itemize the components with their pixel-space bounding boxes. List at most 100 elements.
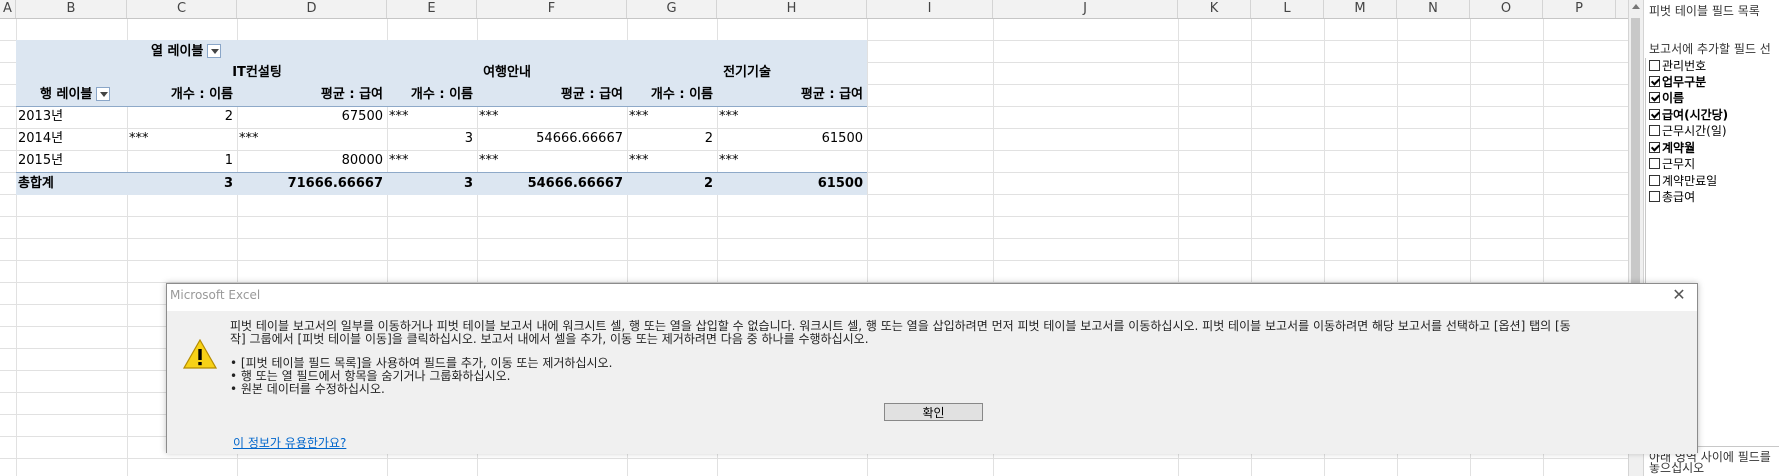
column-header-m[interactable]: M	[1324, 0, 1397, 18]
pivot-cell[interactable]: ***	[389, 150, 409, 172]
dialog-message: 피벗 테이블 보고서의 일부를 이동하거나 피벗 테이블 보고서 내에 워크시트…	[230, 320, 1680, 346]
row-labels-text: 행 레이블	[40, 87, 93, 102]
checkbox[interactable]	[1649, 125, 1660, 136]
column-header-o[interactable]: O	[1470, 0, 1543, 18]
checkbox[interactable]	[1649, 142, 1660, 153]
pivot-cell[interactable]: ***	[629, 106, 649, 128]
checkbox[interactable]	[1649, 109, 1660, 120]
field-item[interactable]: 급여(시간당)	[1649, 107, 1728, 123]
grand-total-label[interactable]: 총합계	[18, 173, 54, 195]
field-item[interactable]: 계약월	[1649, 140, 1695, 156]
pivot-cell[interactable]: ***	[629, 150, 649, 172]
field-item[interactable]: 이름	[1649, 90, 1684, 106]
checkbox[interactable]	[1649, 76, 1660, 87]
measure-header: 평균 : 급여	[800, 87, 863, 102]
column-header-n[interactable]: N	[1397, 0, 1470, 18]
pivot-cell[interactable]: ***	[719, 106, 739, 128]
pivot-cell[interactable]: 61500	[717, 128, 863, 150]
column-header-i[interactable]: I	[867, 0, 993, 18]
row-labels-header[interactable]: 행 레이블	[40, 84, 111, 106]
field-item[interactable]: 업무구분	[1649, 74, 1706, 90]
pivot-cell[interactable]: 2	[127, 106, 233, 128]
pivot-cell[interactable]: 2	[627, 128, 713, 150]
pivot-cell[interactable]: 1	[127, 150, 233, 172]
grand-total-cell[interactable]: 2	[627, 173, 713, 195]
ok-button[interactable]: 확인	[884, 403, 983, 421]
grand-total-cell[interactable]: 3	[387, 173, 473, 195]
scroll-up-arrow-icon[interactable]	[1632, 4, 1640, 9]
field-label: 계약월	[1662, 141, 1696, 155]
row-label[interactable]: 2013년	[18, 106, 63, 128]
checkbox[interactable]	[1649, 158, 1660, 169]
pivot-cell[interactable]: ***	[389, 106, 409, 128]
column-header-e[interactable]: E	[387, 0, 477, 18]
column-header-a[interactable]: A	[0, 0, 16, 18]
group-header: 전기기술	[723, 65, 771, 80]
measure-header: 평균 : 급여	[320, 87, 383, 102]
field-label: 관리번호	[1662, 59, 1707, 73]
checkbox[interactable]	[1649, 92, 1660, 103]
field-label: 근무시간(일)	[1662, 124, 1727, 138]
field-item[interactable]: 총급여	[1649, 189, 1695, 205]
field-item[interactable]: 관리번호	[1649, 58, 1706, 74]
pane-title: 피벗 테이블 필드 목록	[1649, 4, 1760, 18]
pane-drop-hint: 아래 영역 사이에 필드를 놓으십시오	[1649, 451, 1771, 474]
dialog-message-line: 작] 그룹에서 [피벗 테이블 이동]을 클릭하십시오. 보고서 내에서 셀을 …	[230, 332, 869, 346]
column-header-c[interactable]: C	[127, 0, 237, 18]
field-label: 총급여	[1662, 190, 1696, 204]
row-label[interactable]: 2015년	[18, 150, 63, 172]
pivot-cell[interactable]: 67500	[237, 106, 383, 128]
measure-header: 평균 : 급여	[560, 87, 623, 102]
pivot-cell[interactable]: ***	[479, 150, 499, 172]
error-dialog: Microsoft Excel ✕ 피벗 테이블 보고서의 일부를 이동하거나 …	[166, 283, 1698, 454]
pivot-cell[interactable]: 54666.66667	[477, 128, 623, 150]
field-label: 이름	[1662, 91, 1685, 105]
field-item[interactable]: 근무시간(일)	[1649, 123, 1727, 139]
dialog-bullets: • [피벗 테이블 필드 목록]을 사용하여 필드를 추가, 이동 또는 제거하…	[230, 357, 612, 396]
checkbox[interactable]	[1649, 175, 1660, 186]
field-item[interactable]: 근무지	[1649, 156, 1695, 172]
pivot-cell[interactable]: ***	[239, 128, 259, 150]
column-header-l[interactable]: L	[1251, 0, 1324, 18]
pivot-cell[interactable]: ***	[719, 150, 739, 172]
field-label: 계약만료일	[1662, 174, 1718, 188]
dialog-title: Microsoft Excel	[170, 288, 261, 302]
field-label: 업무구분	[1662, 75, 1707, 89]
checkbox[interactable]	[1649, 191, 1660, 202]
warning-icon	[183, 339, 217, 369]
pane-subtitle: 보고서에 추가할 필드 선	[1649, 42, 1771, 56]
field-label: 근무지	[1662, 157, 1696, 171]
group-header: 여행안내	[483, 65, 531, 80]
row-label[interactable]: 2014년	[18, 128, 63, 150]
pivot-cell[interactable]: ***	[479, 106, 499, 128]
grand-total-cell[interactable]: 54666.66667	[477, 173, 623, 195]
column-header-f[interactable]: F	[477, 0, 627, 18]
column-labels-header[interactable]: 열 레이블	[151, 41, 222, 63]
column-header-h[interactable]: H	[717, 0, 867, 18]
field-item[interactable]: 계약만료일	[1649, 173, 1717, 189]
column-filter-dropdown-icon[interactable]	[207, 43, 222, 58]
grand-total-cell[interactable]: 61500	[717, 173, 863, 195]
measure-header: 개수 : 이름	[650, 87, 713, 102]
pivot-table[interactable]: 열 레이블 IT컨설팅 여행안내 전기기술 행 레이블 개수 : 이름 평균 :…	[16, 40, 867, 195]
measure-header: 개수 : 이름	[410, 87, 473, 102]
bullet-item: • 원본 데이터를 수정하십시오.	[230, 382, 385, 396]
grand-total-cell[interactable]: 71666.66667	[237, 173, 383, 195]
pivot-cell[interactable]: ***	[129, 128, 149, 150]
row-filter-dropdown-icon[interactable]	[96, 86, 111, 101]
column-header-b[interactable]: B	[16, 0, 127, 18]
field-label: 급여(시간당)	[1662, 108, 1729, 122]
pivot-cell[interactable]: 3	[387, 128, 473, 150]
feedback-link[interactable]: 이 정보가 유용한가요?	[233, 434, 346, 451]
column-header-j[interactable]: J	[993, 0, 1178, 18]
column-header-p[interactable]: P	[1543, 0, 1616, 18]
column-header-k[interactable]: K	[1178, 0, 1251, 18]
column-header-bar: A B C D E F G H I J K L M N O P	[0, 0, 1628, 19]
checkbox[interactable]	[1649, 60, 1660, 71]
pivot-cell[interactable]: 80000	[237, 150, 383, 172]
close-icon[interactable]: ✕	[1669, 284, 1689, 306]
grand-total-cell[interactable]: 3	[127, 173, 233, 195]
group-header: IT컨설팅	[232, 65, 282, 80]
column-header-d[interactable]: D	[237, 0, 387, 18]
column-header-g[interactable]: G	[627, 0, 717, 18]
